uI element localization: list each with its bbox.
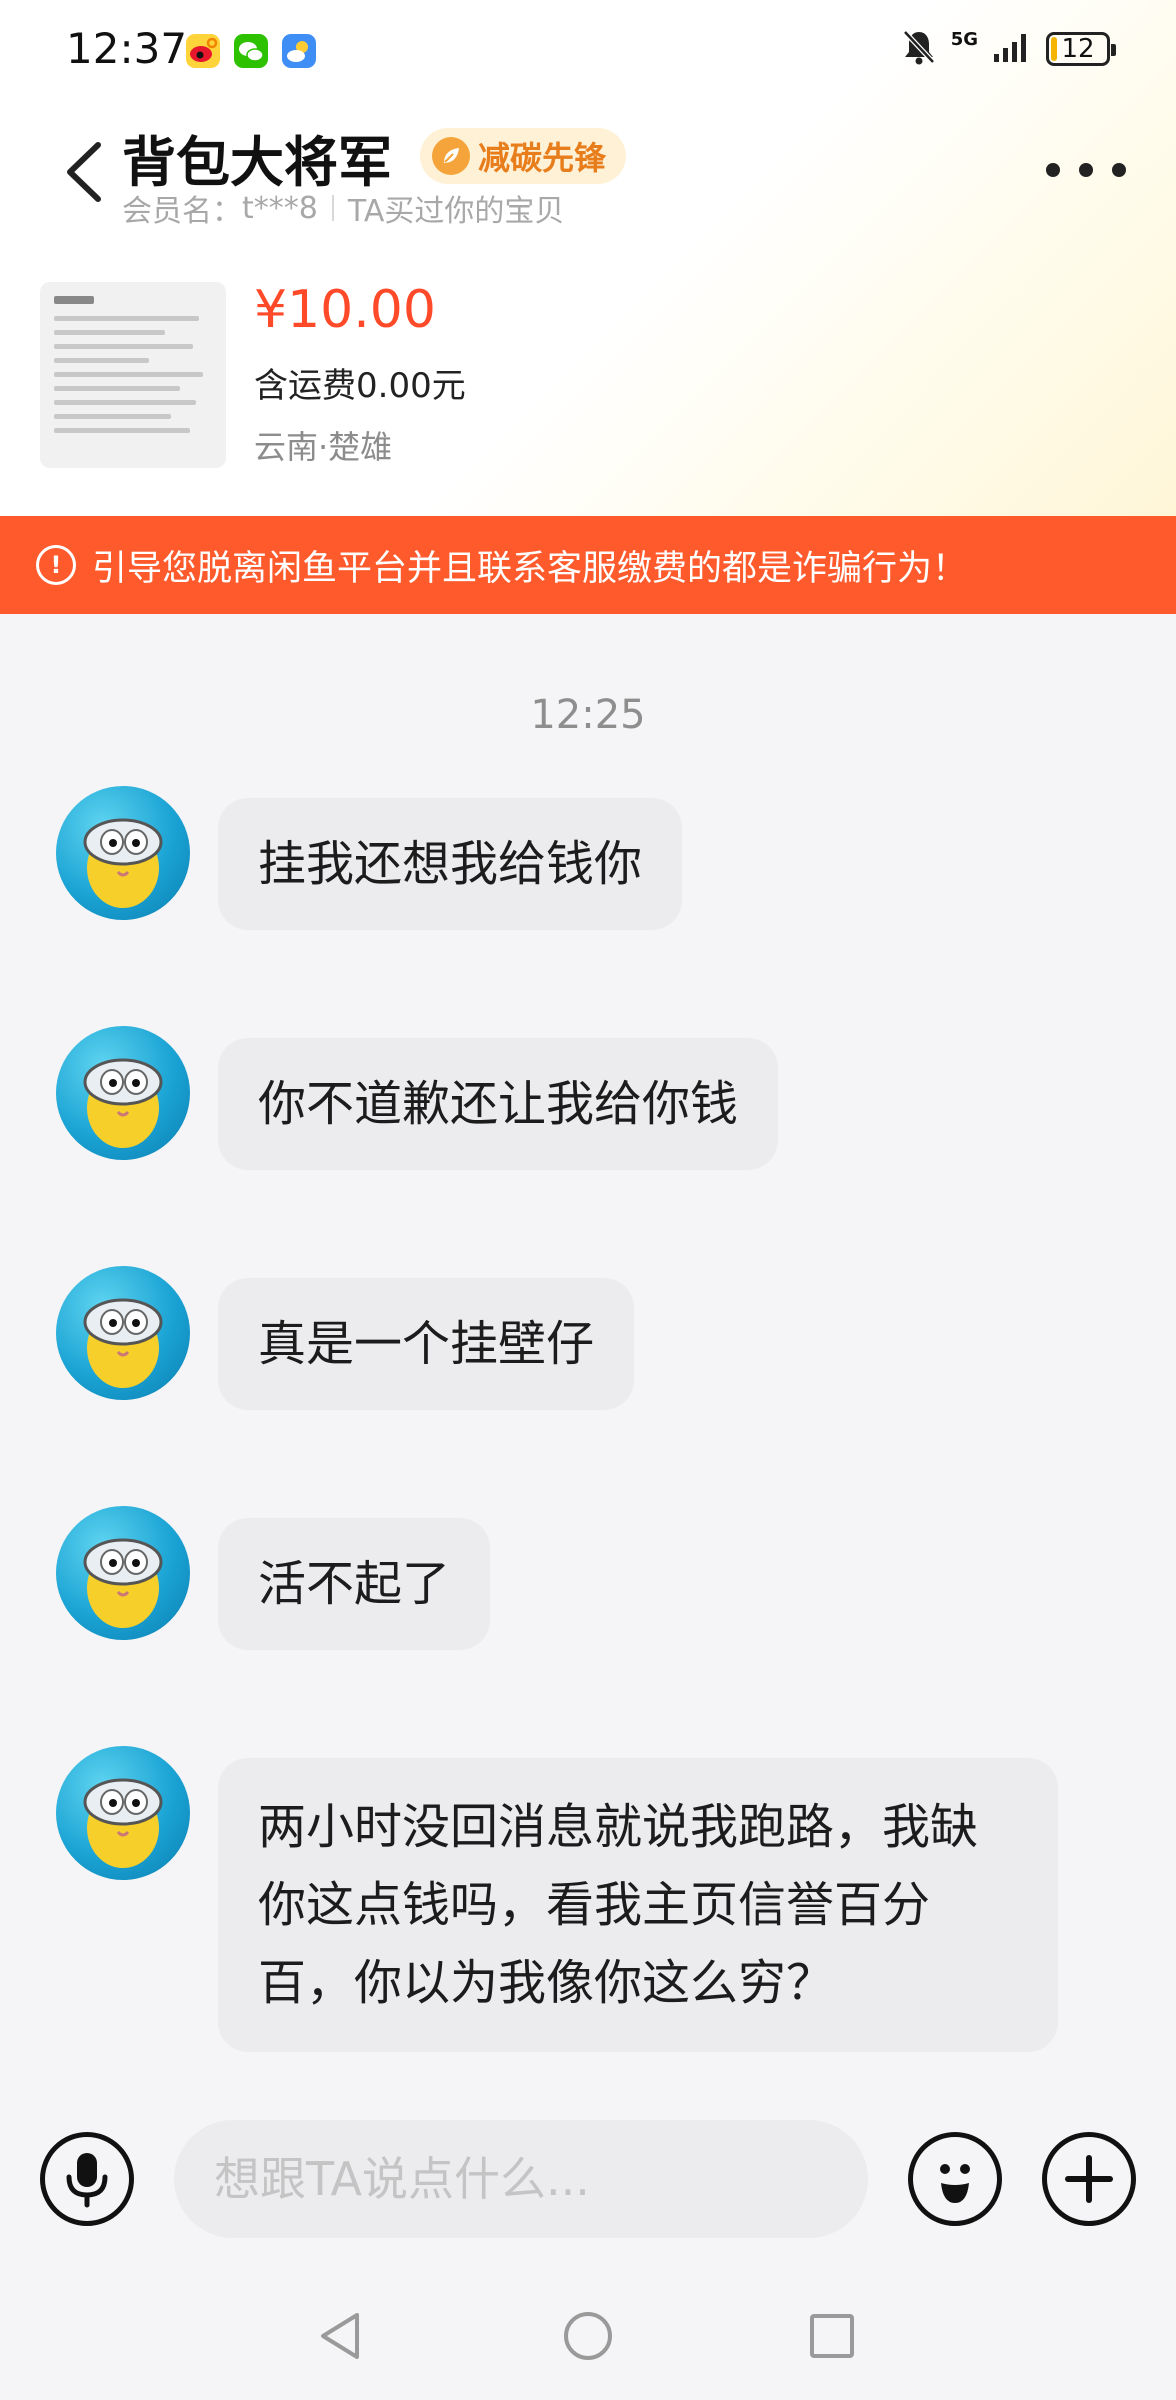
wechat-icon bbox=[234, 34, 268, 68]
smiley-icon bbox=[940, 2164, 970, 2203]
battery-level: 12 bbox=[1061, 34, 1095, 64]
nav-back-button[interactable] bbox=[280, 2272, 400, 2400]
back-button[interactable] bbox=[54, 136, 114, 208]
thumb-line bbox=[54, 316, 200, 321]
chat-timestamp: 12:25 bbox=[530, 692, 646, 738]
avatar[interactable] bbox=[56, 1266, 190, 1400]
weather-icon bbox=[282, 34, 316, 68]
more-options-button[interactable] bbox=[1046, 150, 1126, 190]
message-composer bbox=[0, 2086, 1176, 2272]
system-nav-bar bbox=[0, 2272, 1176, 2400]
product-location: 云南·楚雄 bbox=[254, 428, 393, 466]
leaf-icon bbox=[432, 137, 470, 175]
divider bbox=[331, 195, 334, 221]
thumb-line bbox=[54, 344, 194, 349]
avatar[interactable] bbox=[56, 1506, 190, 1640]
network-label: 5G bbox=[950, 28, 978, 50]
emoji-button[interactable] bbox=[908, 2132, 1002, 2226]
square-recents-icon bbox=[810, 2314, 854, 2358]
battery-tip bbox=[1111, 44, 1116, 56]
product-thumbnail[interactable] bbox=[40, 282, 226, 468]
more-dot-icon bbox=[1046, 163, 1060, 177]
chevron-left-icon bbox=[67, 142, 101, 202]
avatar-mascot-icon bbox=[83, 1538, 163, 1628]
circle-home-icon bbox=[564, 2312, 612, 2360]
more-dot-icon bbox=[1112, 163, 1126, 177]
nav-recents-button[interactable] bbox=[772, 2272, 892, 2400]
plus-icon bbox=[1065, 2155, 1113, 2203]
member-info: 会员名： t***8 TA买过你的宝贝 bbox=[122, 186, 564, 230]
product-price: ¥10.00 bbox=[254, 280, 436, 340]
more-dot-icon bbox=[1079, 163, 1093, 177]
microphone-icon bbox=[66, 2153, 108, 2208]
relation-text: TA买过你的宝贝 bbox=[347, 194, 565, 229]
status-time: 12:37 bbox=[66, 24, 188, 73]
exclamation-circle-icon: ! bbox=[36, 545, 76, 585]
thumb-line bbox=[54, 330, 165, 335]
thumb-title-line bbox=[54, 296, 94, 304]
nav-home-button[interactable] bbox=[528, 2272, 648, 2400]
message-input[interactable] bbox=[174, 2120, 868, 2238]
avatar-mascot-icon bbox=[83, 1778, 163, 1868]
avatar-mascot-icon bbox=[83, 1298, 163, 1388]
badge-label: 减碳先锋 bbox=[478, 139, 607, 177]
warning-text: 引导您脱离闲鱼平台并且联系客服缴费的都是诈骗行为！ bbox=[92, 548, 968, 589]
avatar-mascot-icon bbox=[83, 818, 163, 908]
message-bubble[interactable]: 挂我还想我给钱你 bbox=[218, 798, 683, 930]
mute-bell-icon bbox=[901, 28, 937, 70]
thumb-line bbox=[54, 428, 190, 433]
battery-indicator: 12 bbox=[1046, 32, 1116, 66]
triangle-back-icon bbox=[321, 2313, 359, 2359]
battery-fill bbox=[1051, 37, 1057, 61]
message-bubble[interactable]: 两小时没回消息就说我跑路，我缺你这点钱吗，看我主页信誉百分百，你以为我像你这么穷… bbox=[218, 1758, 1058, 2052]
thumb-line bbox=[54, 400, 197, 405]
message-bubble[interactable]: 你不道歉还让我给你钱 bbox=[218, 1038, 779, 1170]
thumb-line bbox=[54, 358, 149, 363]
voice-button[interactable] bbox=[40, 2132, 134, 2226]
thumb-line bbox=[54, 386, 181, 391]
more-actions-button[interactable] bbox=[1042, 2132, 1136, 2226]
message-bubble[interactable]: 活不起了 bbox=[218, 1518, 491, 1650]
avatar[interactable] bbox=[56, 1026, 190, 1160]
status-bar: 12:37 5G 12 bbox=[0, 0, 1176, 100]
avatar[interactable] bbox=[56, 1746, 190, 1880]
thumb-line bbox=[54, 414, 171, 419]
member-label: 会员名： bbox=[122, 194, 242, 229]
member-id: t***8 bbox=[242, 190, 318, 226]
weibo-icon bbox=[186, 34, 220, 68]
message-bubble[interactable]: 真是一个挂壁仔 bbox=[218, 1278, 635, 1410]
status-indicators: 5G 12 bbox=[901, 28, 1116, 70]
thumb-line bbox=[54, 372, 203, 377]
shipping-fee: 含运费0.00元 bbox=[254, 366, 466, 406]
carbon-badge[interactable]: 减碳先锋 bbox=[420, 128, 627, 184]
avatar-mascot-icon bbox=[83, 1058, 163, 1148]
signal-icon bbox=[992, 30, 1032, 68]
avatar[interactable] bbox=[56, 786, 190, 920]
fraud-warning-banner: ! 引导您脱离闲鱼平台并且联系客服缴费的都是诈骗行为！ bbox=[0, 516, 1176, 614]
